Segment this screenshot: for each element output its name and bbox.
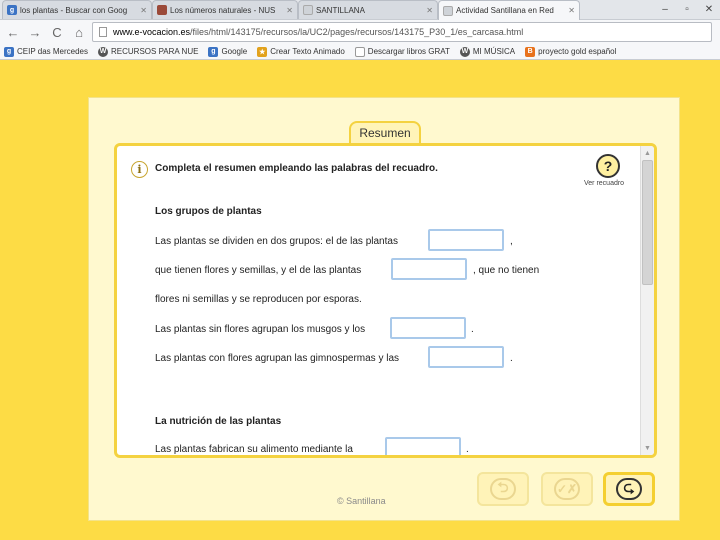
bookmark-label: Descargar libros GRAT — [367, 47, 450, 56]
star-icon: ★ — [257, 46, 268, 57]
wordpress-icon: W — [98, 46, 108, 57]
bookmark-label: CEIP das Mercedes — [17, 47, 88, 56]
answer-blank[interactable] — [391, 258, 467, 280]
bookmark-label: MI MÚSICA — [472, 47, 516, 56]
summary-line-end: . — [471, 324, 474, 335]
panel-scrollbar[interactable]: ▲ ▼ — [640, 146, 654, 455]
tab-label: SANTILLANA — [316, 5, 365, 15]
bookmarks-bar: g CEIP das Mercedes W RECURSOS PARA NUE … — [0, 44, 720, 60]
back-button[interactable]: ⮌ — [477, 472, 529, 506]
bookmark-item[interactable]: Descargar libros GRAT — [354, 46, 450, 57]
browser-tab-1[interactable]: g los plantas - Buscar con Goog ✕ — [2, 0, 152, 19]
user-favicon-icon — [157, 5, 167, 15]
google-favicon-icon: g — [7, 5, 17, 15]
summary-line: Las plantas con flores agrupan las gimno… — [155, 353, 400, 364]
maximize-icon[interactable]: ▫ — [676, 0, 698, 18]
summary-line: que tienen flores y semillas, y el de la… — [155, 265, 362, 276]
summary-line-end: , que no tienen — [473, 265, 540, 276]
blogger-icon: B — [525, 46, 536, 57]
page-favicon-icon — [443, 5, 453, 16]
summary-line-end: , — [510, 236, 513, 247]
close-tab-icon[interactable]: ✕ — [426, 6, 433, 15]
tab-label: Actividad Santillana en Red — [456, 6, 554, 15]
check-cross-icon: ✓✗ — [554, 478, 580, 500]
google-icon: g — [208, 46, 219, 57]
browser-toolbar: ← → C ⌂ www.e-vocacion.es /files/html/14… — [0, 20, 720, 44]
summary-line: Las plantas sin flores agrupan los musgo… — [155, 324, 366, 335]
address-bar[interactable]: www.e-vocacion.es /files/html/143175/rec… — [92, 22, 712, 42]
page-icon — [354, 46, 365, 57]
close-tab-icon[interactable]: ✕ — [286, 6, 293, 15]
next-arrow-icon: ⮎ — [616, 478, 642, 500]
bookmark-label: proyecto gold español — [538, 47, 617, 56]
bookmark-label: Crear Texto Animado — [270, 47, 345, 56]
url-path: /files/html/143175/recursos/la/UC2/pages… — [190, 27, 524, 37]
help-label[interactable]: Ver recuadro — [584, 180, 624, 187]
window-controls: – ▫ ✕ — [654, 0, 720, 20]
answer-blank[interactable] — [385, 437, 461, 455]
bookmark-label: Google — [221, 47, 248, 56]
scroll-down-icon[interactable]: ▼ — [641, 442, 654, 454]
close-tab-icon[interactable]: ✕ — [140, 6, 147, 15]
copyright-text: © Santillana — [337, 496, 386, 506]
bookmark-label: RECURSOS PARA NUE — [111, 47, 199, 56]
forward-arrow-icon[interactable]: → — [26, 23, 44, 41]
minimize-icon[interactable]: – — [654, 0, 676, 18]
check-button[interactable]: ✓✗ — [541, 472, 593, 506]
bookmark-item[interactable]: g Google — [208, 46, 248, 57]
tab-label: los plantas - Buscar con Goog — [20, 5, 128, 15]
help-question-icon[interactable]: ? — [596, 154, 620, 178]
section-heading: La nutrición de las plantas — [155, 416, 282, 427]
bookmark-item[interactable]: W MI MÚSICA — [459, 46, 516, 57]
back-arrow-icon: ⮌ — [490, 478, 516, 500]
wordpress-icon: W — [459, 46, 470, 57]
answer-blank[interactable] — [390, 317, 466, 339]
answer-blank[interactable] — [428, 346, 504, 368]
scroll-up-icon[interactable]: ▲ — [641, 147, 654, 159]
close-tab-icon[interactable]: ✕ — [568, 6, 575, 15]
section-heading: Los grupos de plantas — [155, 206, 262, 217]
summary-panel: i Completa el resumen empleando las pala… — [114, 143, 657, 458]
browser-tabstrip: g los plantas - Buscar con Goog ✕ Los nú… — [0, 0, 720, 20]
close-window-icon[interactable]: ✕ — [698, 0, 720, 18]
answer-blank[interactable] — [428, 229, 504, 251]
activity-container: Resumen i Completa el resumen empleando … — [88, 97, 680, 521]
summary-line-end: . — [510, 353, 513, 364]
bookmark-item[interactable]: ★ Crear Texto Animado — [257, 46, 345, 57]
url-host: www.e-vocacion.es — [113, 27, 191, 37]
summary-line-end: . — [466, 444, 469, 455]
browser-tab-3[interactable]: SANTILLANA ✕ — [298, 0, 438, 19]
summary-line: Las plantas fabrican su alimento mediant… — [155, 444, 353, 455]
page-icon — [99, 27, 107, 37]
browser-tab-4[interactable]: Actividad Santillana en Red ✕ — [438, 0, 580, 20]
scroll-thumb[interactable] — [642, 160, 653, 285]
page-favicon-icon — [303, 5, 313, 15]
back-arrow-icon[interactable]: ← — [4, 23, 22, 41]
google-icon: g — [4, 46, 14, 57]
bookmark-item[interactable]: B proyecto gold español — [525, 46, 617, 57]
home-icon[interactable]: ⌂ — [70, 23, 88, 41]
next-button[interactable]: ⮎ — [603, 472, 655, 506]
reload-icon[interactable]: C — [48, 23, 66, 41]
activity-title: Resumen — [349, 121, 421, 143]
summary-line: flores ni semillas y se reproducen por e… — [155, 294, 362, 305]
bookmark-item[interactable]: g CEIP das Mercedes — [4, 46, 88, 57]
tab-label: Los números naturales - NUS — [170, 5, 276, 15]
info-icon: i — [131, 161, 148, 178]
bookmark-item[interactable]: W RECURSOS PARA NUE — [98, 46, 199, 57]
instruction-text: Completa el resumen empleando las palabr… — [155, 163, 438, 174]
browser-tab-2[interactable]: Los números naturales - NUS ✕ — [152, 0, 298, 19]
summary-line: Las plantas se dividen en dos grupos: el… — [155, 236, 398, 247]
